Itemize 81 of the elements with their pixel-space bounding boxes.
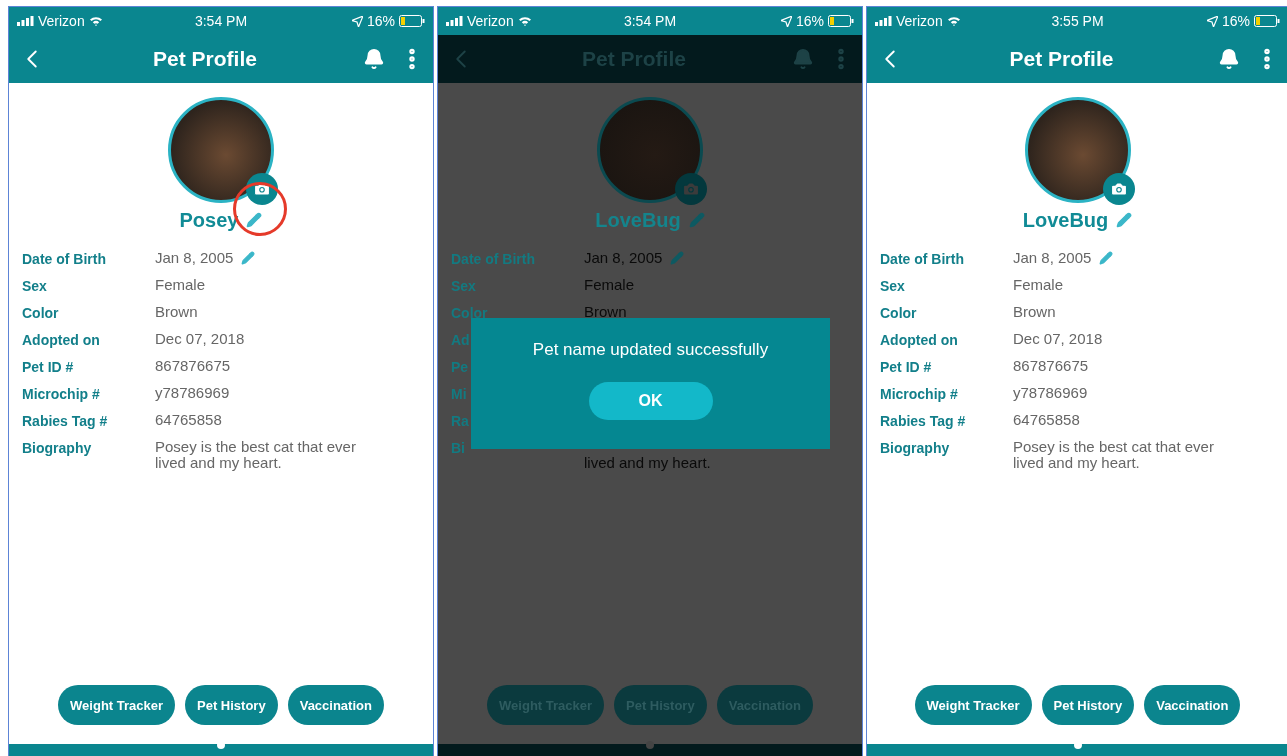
field-value: Brown bbox=[1013, 304, 1056, 320]
carrier-name: Verizon bbox=[467, 13, 514, 29]
signal-icon bbox=[875, 16, 892, 26]
field-value: 64765858 bbox=[1013, 412, 1080, 428]
ok-button[interactable]: OK bbox=[588, 382, 713, 420]
field-label: Biography bbox=[880, 440, 950, 456]
field-value: Female bbox=[155, 277, 206, 293]
field-value: Dec 07, 2018 bbox=[155, 331, 245, 347]
field-label: Ra bbox=[451, 413, 469, 429]
signal-icon bbox=[17, 16, 34, 26]
edit-pencil-icon[interactable] bbox=[1099, 251, 1114, 265]
signal-icon bbox=[446, 16, 463, 26]
camera-icon[interactable] bbox=[1102, 173, 1135, 205]
nav-button[interactable]: Weight Tracker bbox=[58, 685, 176, 725]
carrier-name: Verizon bbox=[38, 13, 85, 29]
pet-name: LoveBug bbox=[1022, 208, 1109, 232]
field-label: Date of Birth bbox=[451, 251, 535, 267]
field-value: 867876675 bbox=[155, 358, 231, 374]
edit-pencil-icon[interactable] bbox=[1116, 212, 1133, 228]
nav-button[interactable]: Pet History bbox=[185, 685, 278, 725]
bell-icon[interactable] bbox=[363, 48, 385, 70]
field-value: Jan 8, 2005 bbox=[584, 250, 663, 266]
battery-icon bbox=[1254, 15, 1280, 27]
battery-icon bbox=[828, 15, 854, 27]
field-label: Sex bbox=[451, 278, 476, 294]
field-label: Biography bbox=[22, 440, 92, 456]
field-label: Color bbox=[451, 305, 488, 321]
battery-percent: 16% bbox=[367, 13, 395, 29]
field-label: Sex bbox=[22, 278, 47, 294]
dialog-message: Pet name updated successfully bbox=[532, 340, 769, 360]
field-label: Microchip # bbox=[880, 386, 958, 402]
field-label: Rabies Tag # bbox=[880, 413, 966, 429]
field-label: Rabies Tag # bbox=[22, 413, 108, 429]
field-value: Female bbox=[1013, 277, 1064, 293]
field-value: Dec 07, 2018 bbox=[1013, 331, 1103, 347]
nav-button[interactable]: Pet History bbox=[1041, 685, 1135, 725]
status-time: 3:55 PM bbox=[1051, 13, 1104, 29]
nav-button[interactable]: Vaccination bbox=[287, 685, 384, 725]
nav-button[interactable]: Weight Tracker bbox=[914, 685, 1032, 725]
field-value: 867876675 bbox=[1013, 358, 1089, 374]
field-label: Color bbox=[880, 305, 917, 321]
carrier-name: Verizon bbox=[896, 13, 943, 29]
bell-icon[interactable] bbox=[1218, 48, 1240, 70]
field-label: Pet ID # bbox=[880, 359, 932, 375]
battery-percent: 16% bbox=[796, 13, 824, 29]
screen-title: Pet Profile bbox=[152, 47, 258, 71]
location-arrow-icon bbox=[352, 15, 363, 27]
field-value: Brown bbox=[155, 304, 198, 320]
screen-title: Pet Profile bbox=[1008, 47, 1115, 71]
field-value: 64765858 bbox=[155, 412, 222, 428]
wifi-icon bbox=[517, 16, 532, 26]
battery-percent: 16% bbox=[1222, 13, 1250, 29]
field-value: Jan 8, 2005 bbox=[1013, 250, 1092, 266]
field-label: Adopted on bbox=[22, 332, 100, 348]
nav-button[interactable]: Vaccination bbox=[1144, 685, 1241, 725]
field-value: Female bbox=[584, 277, 635, 293]
field-value: Jan 8, 2005 bbox=[155, 250, 234, 266]
field-value: y78786969 bbox=[155, 385, 230, 401]
battery-icon bbox=[399, 15, 425, 27]
status-time: 3:54 PM bbox=[623, 13, 677, 29]
status-time: 3:54 PM bbox=[194, 13, 248, 29]
field-label: Microchip # bbox=[22, 386, 100, 402]
field-label: Pet ID # bbox=[22, 359, 74, 375]
edit-pencil-icon[interactable] bbox=[241, 251, 256, 265]
edit-pencil-icon[interactable] bbox=[246, 212, 263, 228]
field-label: Adopted on bbox=[880, 332, 958, 348]
location-arrow-icon bbox=[1207, 15, 1218, 27]
field-label: Date of Birth bbox=[22, 251, 106, 267]
field-value: Posey is the best cat that ever lived and my heart. bbox=[1013, 439, 1215, 471]
field-label: Mi bbox=[451, 386, 467, 402]
field-label: Pe bbox=[451, 359, 469, 375]
pet-name: LoveBug bbox=[595, 208, 681, 232]
field-value: Posey is the best cat that ever lived and my heart. bbox=[155, 439, 357, 471]
wifi-icon bbox=[946, 16, 961, 26]
location-arrow-icon bbox=[781, 15, 792, 27]
field-value: y78786969 bbox=[1013, 385, 1088, 401]
field-label: Date of Birth bbox=[880, 251, 964, 267]
wifi-icon bbox=[88, 16, 103, 26]
field-label: Color bbox=[22, 305, 59, 321]
field-label: Sex bbox=[880, 278, 905, 294]
field-value: Brown bbox=[584, 304, 627, 320]
